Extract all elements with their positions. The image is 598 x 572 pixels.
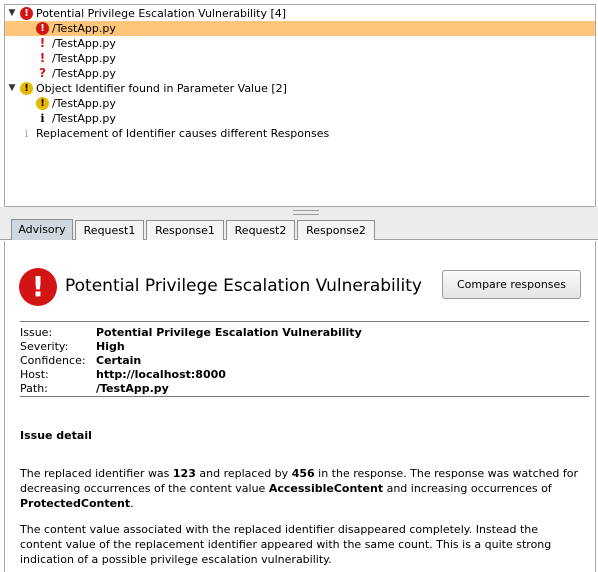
tree-item[interactable]: i /TestApp.py: [5, 111, 595, 126]
text: The replaced identifier was: [20, 467, 173, 480]
tree-item[interactable]: ! /TestApp.py: [5, 96, 595, 111]
tree-item[interactable]: ? /TestApp.py: [5, 66, 595, 81]
issue-tree[interactable]: ▼ ! Potential Privilege Escalation Vulne…: [4, 4, 596, 207]
issue-detail-paragraph: The replaced identifier was 123 and repl…: [20, 466, 580, 511]
compare-responses-button[interactable]: Compare responses: [442, 270, 581, 299]
pane-splitter[interactable]: [0, 207, 598, 217]
meta-key-path: Path:: [20, 382, 48, 395]
meta-key-host: Host:: [20, 368, 49, 381]
bold-value: 456: [291, 467, 315, 480]
tab-request1[interactable]: Request1: [75, 220, 144, 240]
tree-item-label: /TestApp.py: [52, 37, 116, 50]
tab-response2[interactable]: Response2: [297, 220, 375, 240]
tree-item[interactable]: ! /TestApp.py: [5, 36, 595, 51]
tree-group-label: Object Identifier found in Parameter Val…: [36, 82, 287, 95]
splitter-grip-icon[interactable]: [293, 210, 319, 215]
expand-arrow-icon[interactable]: ▼: [7, 81, 17, 96]
tree-group-privilege-escalation[interactable]: ▼ ! Potential Privilege Escalation Vulne…: [5, 6, 595, 21]
meta-value-host: http://localhost:8000: [96, 368, 226, 381]
tab-advisory[interactable]: Advisory: [11, 219, 73, 240]
tree-group-object-identifier[interactable]: ▼ ! Object Identifier found in Parameter…: [5, 81, 595, 96]
red-exclamation-icon: !: [39, 51, 46, 65]
yellow-exclamation-circle-icon: !: [20, 82, 33, 95]
issue-detail-paragraph-2: The content value associated with the re…: [20, 523, 552, 566]
tree-item[interactable]: ! /TestApp.py: [5, 51, 595, 66]
red-exclamation-icon: !: [39, 36, 46, 50]
text: and replaced by: [195, 467, 292, 480]
bold-value: AccessibleContent: [268, 482, 384, 495]
issue-detail-heading: Issue detail: [20, 429, 92, 442]
tree-item-replacement[interactable]: i Replacement of Identifier causes diffe…: [5, 126, 595, 141]
tree-item-label: /TestApp.py: [52, 97, 116, 110]
meta-key-severity: Severity:: [20, 340, 69, 353]
divider: [20, 321, 589, 322]
tree-item-label: /TestApp.py: [52, 52, 116, 65]
tree-item-label: /TestApp.py: [52, 112, 116, 125]
red-question-icon: ?: [39, 66, 46, 80]
tree-item-label: /TestApp.py: [52, 67, 116, 80]
tab-request2[interactable]: Request2: [226, 220, 295, 240]
info-icon: i: [40, 112, 45, 125]
meta-key-issue: Issue:: [20, 326, 53, 339]
red-exclamation-circle-icon: !: [20, 7, 33, 20]
advisory-panel: ! Potential Privilege Escalation Vulnera…: [4, 241, 596, 572]
bold-value: ProtectedContent: [20, 497, 131, 510]
divider: [20, 396, 589, 397]
advisory-title: Potential Privilege Escalation Vulnerabi…: [65, 276, 422, 296]
tree-group-label: Potential Privilege Escalation Vulnerabi…: [36, 7, 287, 20]
meta-value-path: /TestApp.py: [96, 382, 169, 395]
expand-arrow-icon[interactable]: ▼: [7, 6, 17, 21]
bold-value: 123: [172, 467, 196, 480]
meta-value-issue: Potential Privilege Escalation Vulnerabi…: [96, 326, 362, 339]
tree-item[interactable]: ! /TestApp.py: [5, 21, 595, 36]
meta-value-confidence: Certain: [96, 354, 142, 367]
info-grey-icon: i: [24, 127, 29, 140]
text: and increasing occurrences of: [383, 482, 552, 495]
yellow-exclamation-circle-icon: !: [36, 97, 49, 110]
red-exclamation-circle-icon: !: [36, 22, 49, 35]
high-severity-icon: !: [19, 268, 57, 306]
tree-item-label: /TestApp.py: [52, 22, 116, 35]
meta-value-severity: High: [96, 340, 125, 353]
tree-item-label: Replacement of Identifier causes differe…: [36, 127, 330, 140]
text: .: [130, 497, 134, 510]
tab-response1[interactable]: Response1: [146, 220, 224, 240]
tab-bar: Advisory Request1 Response1 Request2 Res…: [0, 217, 598, 240]
meta-key-confidence: Confidence:: [20, 354, 86, 367]
